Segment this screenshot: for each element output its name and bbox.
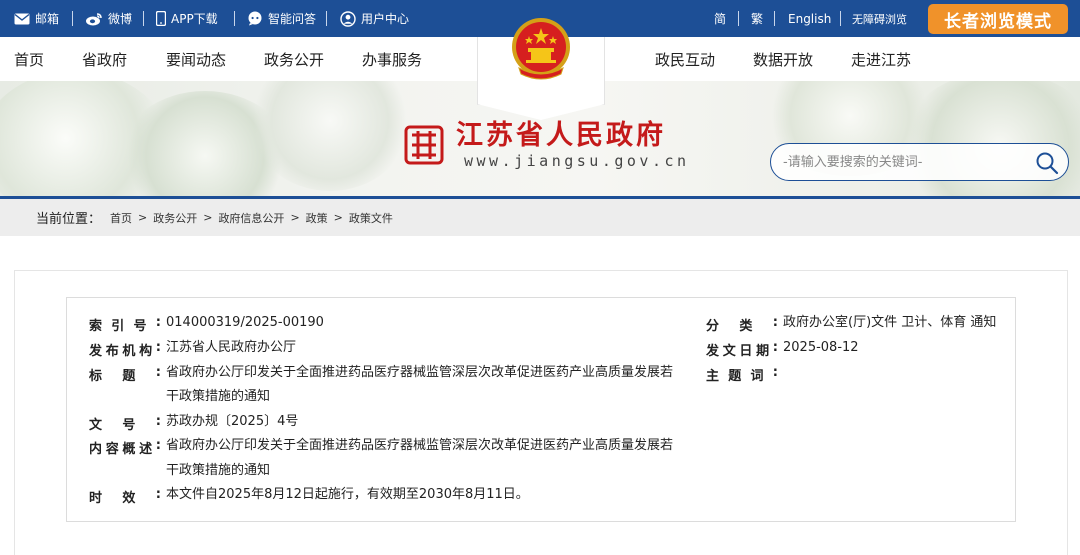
doc-number-value: 苏政办规〔2025〕4号 [166,414,299,429]
title-value-line2: 干政策措施的通知 [166,389,271,404]
nav-interaction[interactable]: 政民互动 [655,37,715,81]
title-label: 标题: [89,365,161,384]
breadcrumb-trail: 首页 > 政务公开 > 政府信息公开 > 政策 > 政策文件 [110,199,393,236]
accessible-browse-link[interactable]: 无障碍浏览 [852,0,907,37]
mail-label: 邮箱 [35,12,60,26]
weibo-link[interactable]: 微博 [85,0,132,37]
chat-bot-icon [247,11,263,26]
chevron-right-icon: > [138,211,148,224]
publisher-label: 发布机构: [89,340,161,359]
simplified-chinese-link[interactable]: 简 [714,0,726,37]
nav-news[interactable]: 要闻动态 [166,37,226,81]
divider [326,11,327,26]
elder-mode-button[interactable]: 长者浏览模式 [928,4,1068,34]
user-center-label: 用户中心 [361,12,410,26]
traditional-chinese-link[interactable]: 繁 [751,0,763,37]
title-value-line1: 省政府办公厅印发关于全面推进药品医疗器械监管深层次改革促进医药产业高质量发展若 [166,365,674,380]
divider [738,11,739,26]
publish-date-label: 发文日期: [706,340,778,359]
index-number-label: 索引号: [89,315,161,334]
weibo-label: 微博 [108,12,133,26]
english-link[interactable]: English [788,0,831,37]
chevron-right-icon: > [203,211,213,224]
document-metadata-box: 索引号: 014000319/2025-00190 发布机构: 江苏省人民政府办… [66,297,1016,522]
effectiveness-label: 时效: [89,487,161,506]
breadcrumb-label: 当前位置： [36,212,102,227]
breadcrumb-item-gov-info[interactable]: 政府信息公开 [218,210,284,226]
breadcrumb-item-policy-files[interactable]: 政策文件 [349,210,393,226]
nav-province-gov[interactable]: 省政府 [82,37,127,81]
nav-about[interactable]: 走进江苏 [851,37,911,81]
divider [840,11,841,26]
breadcrumb: 当前位置： 首页 > 政务公开 > 政府信息公开 > 政策 > 政策文件 [0,199,1080,236]
user-icon [340,10,356,27]
search-input[interactable] [783,152,1023,172]
index-number-value: 014000319/2025-00190 [166,315,324,330]
publish-date-value: 2025-08-12 [783,340,859,355]
mobile-phone-icon [156,11,166,26]
site-url: www.jiangsu.gov.cn [464,152,690,170]
category-value: 政府办公室(厅)文件 卫计、体育 通知 [783,315,997,330]
weibo-icon [85,12,103,26]
nav-open-data[interactable]: 数据开放 [753,37,813,81]
smart-qa-link[interactable]: 智能问答 [247,0,316,37]
jiangsu-logo-icon [404,125,444,165]
divider [143,11,144,26]
doc-number-label: 文号: [89,414,161,433]
publisher-value: 江苏省人民政府办公厅 [166,340,297,355]
subject-words-label: 主题词: [706,365,778,384]
divider [234,11,235,26]
divider [72,11,73,26]
category-label: 分类: [706,315,778,334]
effectiveness-value: 本文件自2025年8月12日起施行，有效期至2030年8月11日。 [166,487,529,502]
search-icon[interactable] [1035,151,1059,175]
breadcrumb-item-policy[interactable]: 政策 [306,210,328,226]
summary-value-line2: 干政策措施的通知 [166,463,271,478]
search-box [770,143,1069,181]
nav-home[interactable]: 首页 [14,37,44,81]
app-download-link[interactable]: APP下载 [156,0,218,37]
breadcrumb-item-home[interactable]: 首页 [110,210,132,226]
national-emblem-icon [512,18,570,80]
breadcrumb-item-open-affairs[interactable]: 政务公开 [153,210,197,226]
chevron-right-icon: > [290,211,300,224]
summary-label: 内容概述: [89,438,161,457]
app-download-label: APP下载 [171,12,218,26]
chevron-right-icon: > [333,211,343,224]
mail-link[interactable]: 邮箱 [14,0,59,37]
summary-value-line1: 省政府办公厅印发关于全面推进药品医疗器械监管深层次改革促进医药产业高质量发展若 [166,438,674,453]
nav-open-affairs[interactable]: 政务公开 [264,37,324,81]
smart-qa-label: 智能问答 [268,12,317,26]
nav-services[interactable]: 办事服务 [362,37,422,81]
divider [774,11,775,26]
user-center-link[interactable]: 用户中心 [340,0,409,37]
mail-icon [14,13,30,25]
